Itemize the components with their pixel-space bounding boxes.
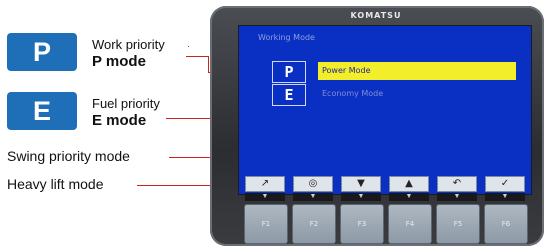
fuel-priority-caption: Fuel priority	[92, 96, 160, 111]
screen-title: Working Mode	[258, 33, 315, 42]
power-mode-option[interactable]: Power Mode	[318, 62, 516, 80]
confirm-icon: ✓	[485, 176, 525, 192]
indicator-arrow: ▼	[389, 193, 429, 201]
leader-line	[188, 46, 189, 47]
p-mode-key[interactable]: P	[272, 61, 306, 83]
up-arrow-icon: ▲	[389, 176, 429, 192]
e-mode-caption: E mode	[92, 112, 147, 129]
p-mode-caption: P mode	[92, 53, 146, 70]
f2-key[interactable]: F2	[292, 204, 336, 244]
heavy-lift-icon: ↗	[245, 176, 285, 192]
heavy-lift-label: Heavy lift mode	[7, 176, 104, 192]
f5-key[interactable]: F5	[436, 204, 480, 244]
f1-key[interactable]: F1	[244, 204, 288, 244]
down-arrow-icon: ▼	[341, 176, 381, 192]
e-mode-key[interactable]: E	[272, 84, 306, 106]
indicator-arrow: ▼	[245, 193, 285, 201]
leader-line	[208, 56, 209, 72]
leader-line	[186, 56, 208, 57]
f6-key[interactable]: F6	[484, 204, 528, 244]
f4-key[interactable]: F4	[388, 204, 432, 244]
back-icon: ↶	[437, 176, 477, 192]
f3-key[interactable]: F3	[340, 204, 384, 244]
indicator-arrow: ▼	[437, 193, 477, 201]
swing-priority-label: Swing priority mode	[7, 148, 130, 164]
indicator-arrow: ▼	[293, 193, 333, 201]
lcd-screen	[238, 25, 532, 195]
swing-priority-icon: ◎	[293, 176, 333, 192]
work-priority-caption: Work priority	[92, 37, 165, 52]
indicator-arrow: ▼	[341, 193, 381, 201]
economy-mode-option[interactable]: Economy Mode	[322, 89, 383, 98]
work-priority-badge: P	[7, 33, 77, 71]
indicator-arrow: ▼	[485, 193, 525, 201]
fuel-priority-badge: E	[7, 92, 77, 130]
brand-logo: KOMATSU	[350, 11, 402, 20]
